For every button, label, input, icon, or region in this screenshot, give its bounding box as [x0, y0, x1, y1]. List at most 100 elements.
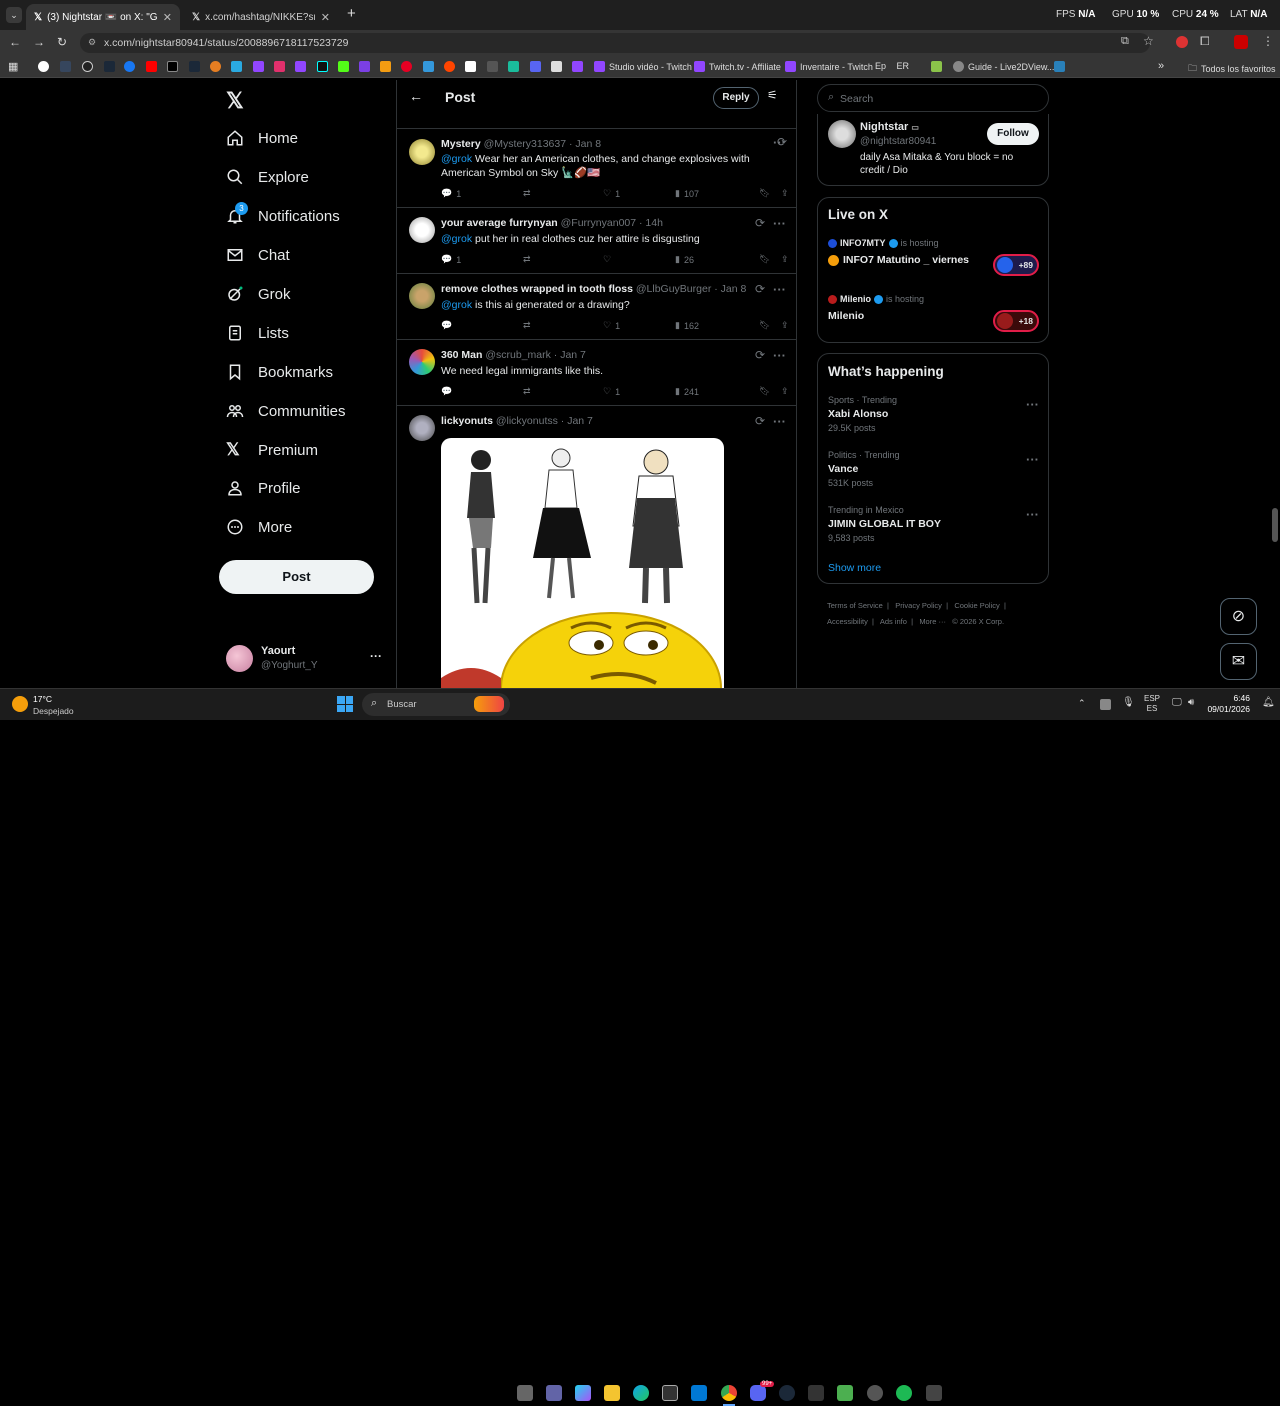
tweet-date[interactable]: · Jan 7 — [554, 349, 586, 361]
new-tab-icon[interactable]: + — [347, 5, 356, 22]
follow-button[interactable]: Follow — [987, 123, 1039, 145]
reply-action[interactable]: 💬 1 — [441, 254, 523, 265]
clock[interactable]: 6:46 09/01/2026 — [1206, 693, 1250, 715]
spotify-icon[interactable] — [896, 1385, 912, 1401]
reply-action[interactable]: 💬 — [441, 386, 523, 397]
reply-action[interactable]: 💬 — [441, 320, 523, 331]
author-handle[interactable]: @Furrynyan007 — [561, 217, 636, 229]
store-icon[interactable] — [691, 1385, 707, 1401]
forward-icon[interactable]: → — [33, 35, 45, 49]
nav-bookmarks[interactable]: Bookmarks — [226, 363, 333, 381]
grok-floating-button[interactable]: ⊘ — [1220, 598, 1257, 635]
menu-icon[interactable]: ⋮ — [1262, 34, 1274, 48]
repost-action[interactable]: ⇄ — [523, 386, 603, 397]
pinterest-favicon-icon[interactable] — [401, 61, 412, 72]
views-action[interactable]: ▮ 162 — [675, 320, 759, 331]
copilot-icon[interactable] — [575, 1385, 591, 1401]
footer-link[interactable]: Accessibility — [827, 617, 868, 626]
tweet[interactable]: lickyonuts @lickyonutss · Jan 7 ⟳ ··· — [397, 406, 796, 688]
notification-bell-icon[interactable]: 🔔︎ — [1262, 697, 1275, 708]
start-button[interactable] — [337, 696, 353, 712]
steam-favicon-icon[interactable] — [104, 61, 115, 72]
taskbar-search[interactable]: ⌕ Buscar — [362, 693, 510, 716]
site-favicon-icon[interactable] — [487, 61, 498, 72]
bookmark-action[interactable]: 🔖︎ — [759, 386, 781, 397]
twitch-favicon-icon[interactable] — [572, 61, 583, 72]
author-name[interactable]: lickyonuts — [441, 415, 493, 427]
bookmark-live2dview[interactable]: Guide - Live2DView... — [953, 61, 1054, 72]
share-action[interactable]: ⇪ — [781, 188, 789, 199]
nav-premium[interactable]: 𝕏 Premium — [226, 440, 318, 460]
nav-more[interactable]: More — [226, 518, 292, 536]
trend-item[interactable]: Politics · Trending Vance 531K posts ··· — [828, 450, 1040, 494]
grok-action-icon[interactable]: ⟳ — [755, 282, 765, 296]
weather-widget[interactable]: 17°C Despejado — [12, 693, 92, 717]
repost-action[interactable]: ⇄ — [523, 320, 603, 331]
account-switcher[interactable]: Yaourt @Yoghurt_Y ··· — [226, 643, 386, 675]
tweet-image[interactable] — [441, 438, 724, 688]
like-action[interactable]: ♡ 1 — [603, 188, 675, 199]
site-favicon-icon[interactable] — [465, 61, 476, 72]
live-item[interactable]: INFO7MTY is hosting INFO7 Matutino _ vie… — [828, 238, 1040, 278]
trend-item[interactable]: Sports · Trending Xabi Alonso 29.5K post… — [828, 395, 1040, 439]
footer-link[interactable]: More ··· — [919, 617, 946, 626]
profile-handle[interactable]: @nightstar80941 — [860, 136, 936, 147]
bookmark-action[interactable]: 🔖︎ — [759, 254, 781, 265]
site-favicon-icon[interactable] — [551, 61, 562, 72]
site-favicon-icon[interactable] — [931, 61, 942, 72]
bookmark-star-icon[interactable]: ☆ — [1143, 34, 1154, 48]
browser-tab-active[interactable]: 𝕏 (3) Nightstar 📼 on X: "Good m ✕ — [26, 4, 180, 30]
nav-explore[interactable]: Explore — [226, 168, 309, 186]
tray-overflow-icon[interactable]: ⌃ — [1078, 698, 1086, 709]
tiktok-favicon-icon[interactable] — [317, 61, 328, 72]
back-arrow-icon[interactable]: ← — [409, 88, 423, 104]
reload-icon[interactable]: ↻ — [57, 35, 67, 49]
nav-notifications[interactable]: 3 Notifications — [226, 202, 340, 225]
nav-grok[interactable]: Grok — [226, 285, 291, 303]
tweet[interactable]: remove clothes wrapped in tooth floss @L… — [397, 274, 796, 340]
repost-action[interactable]: ⇄ — [523, 188, 603, 199]
address-bar[interactable]: ⚙ x.com/nightstar80941/status/2008896718… — [80, 33, 1150, 53]
steam-icon[interactable] — [779, 1385, 795, 1401]
tray-app-icon[interactable] — [1100, 699, 1111, 710]
bookmark-action[interactable]: 🔖︎ — [759, 320, 781, 331]
browser-tab[interactable]: 𝕏 x.com/hashtag/NIKKE?src=hash ✕ — [184, 4, 338, 30]
discord-icon[interactable] — [750, 1385, 766, 1401]
bookmark-er-folder[interactable]: Ер ER — [875, 61, 909, 71]
site-favicon-icon[interactable] — [359, 61, 370, 72]
tweet-date[interactable]: · Jan 8 — [569, 138, 601, 150]
edge-icon[interactable] — [633, 1385, 649, 1401]
more-dots-icon[interactable]: ··· — [773, 414, 786, 429]
more-dots-icon[interactable]: ··· — [1026, 397, 1039, 412]
app-icon[interactable] — [926, 1385, 942, 1401]
sync-favicon-icon[interactable] — [210, 61, 221, 72]
site-favicon-icon[interactable] — [1054, 61, 1065, 72]
more-dots-icon[interactable]: ··· — [773, 348, 786, 363]
nav-profile[interactable]: Profile — [226, 479, 301, 497]
show-more-link[interactable]: Show more — [828, 562, 881, 574]
grok-action-icon[interactable]: ⟳ — [755, 414, 765, 428]
minecraft-icon[interactable] — [837, 1385, 853, 1401]
x-logo-icon[interactable]: 𝕏 — [226, 88, 244, 114]
teams-icon[interactable] — [546, 1385, 562, 1401]
file-explorer-icon[interactable] — [604, 1385, 620, 1401]
extensions-icon[interactable]: ⧠ — [1200, 34, 1210, 49]
author-name[interactable]: Mystery — [441, 138, 481, 150]
post-button[interactable]: Post — [219, 560, 374, 594]
x-favicon-icon[interactable] — [167, 61, 178, 72]
like-action[interactable]: ♡ 1 — [603, 320, 675, 331]
mention-link[interactable]: @grok — [441, 299, 472, 311]
share-action[interactable]: ⇪ — [781, 254, 789, 265]
task-view-icon[interactable] — [517, 1385, 533, 1401]
more-dots-icon[interactable]: ··· — [1026, 452, 1039, 467]
views-action[interactable]: ▮ 26 — [675, 254, 759, 265]
network-icon[interactable]: 🖵︎ — [1172, 697, 1182, 708]
facebook-favicon-icon[interactable] — [124, 61, 135, 72]
author-name[interactable]: 360 Man — [441, 349, 482, 361]
footer-link[interactable]: Privacy Policy — [895, 601, 942, 610]
more-dots-icon[interactable]: ··· — [773, 216, 786, 231]
more-dots-icon[interactable]: ··· — [773, 282, 786, 297]
author-handle[interactable]: @LlbGuyBurger — [636, 283, 711, 295]
google-favicon-icon[interactable] — [38, 61, 49, 72]
reddit-favicon-icon[interactable] — [444, 61, 455, 72]
